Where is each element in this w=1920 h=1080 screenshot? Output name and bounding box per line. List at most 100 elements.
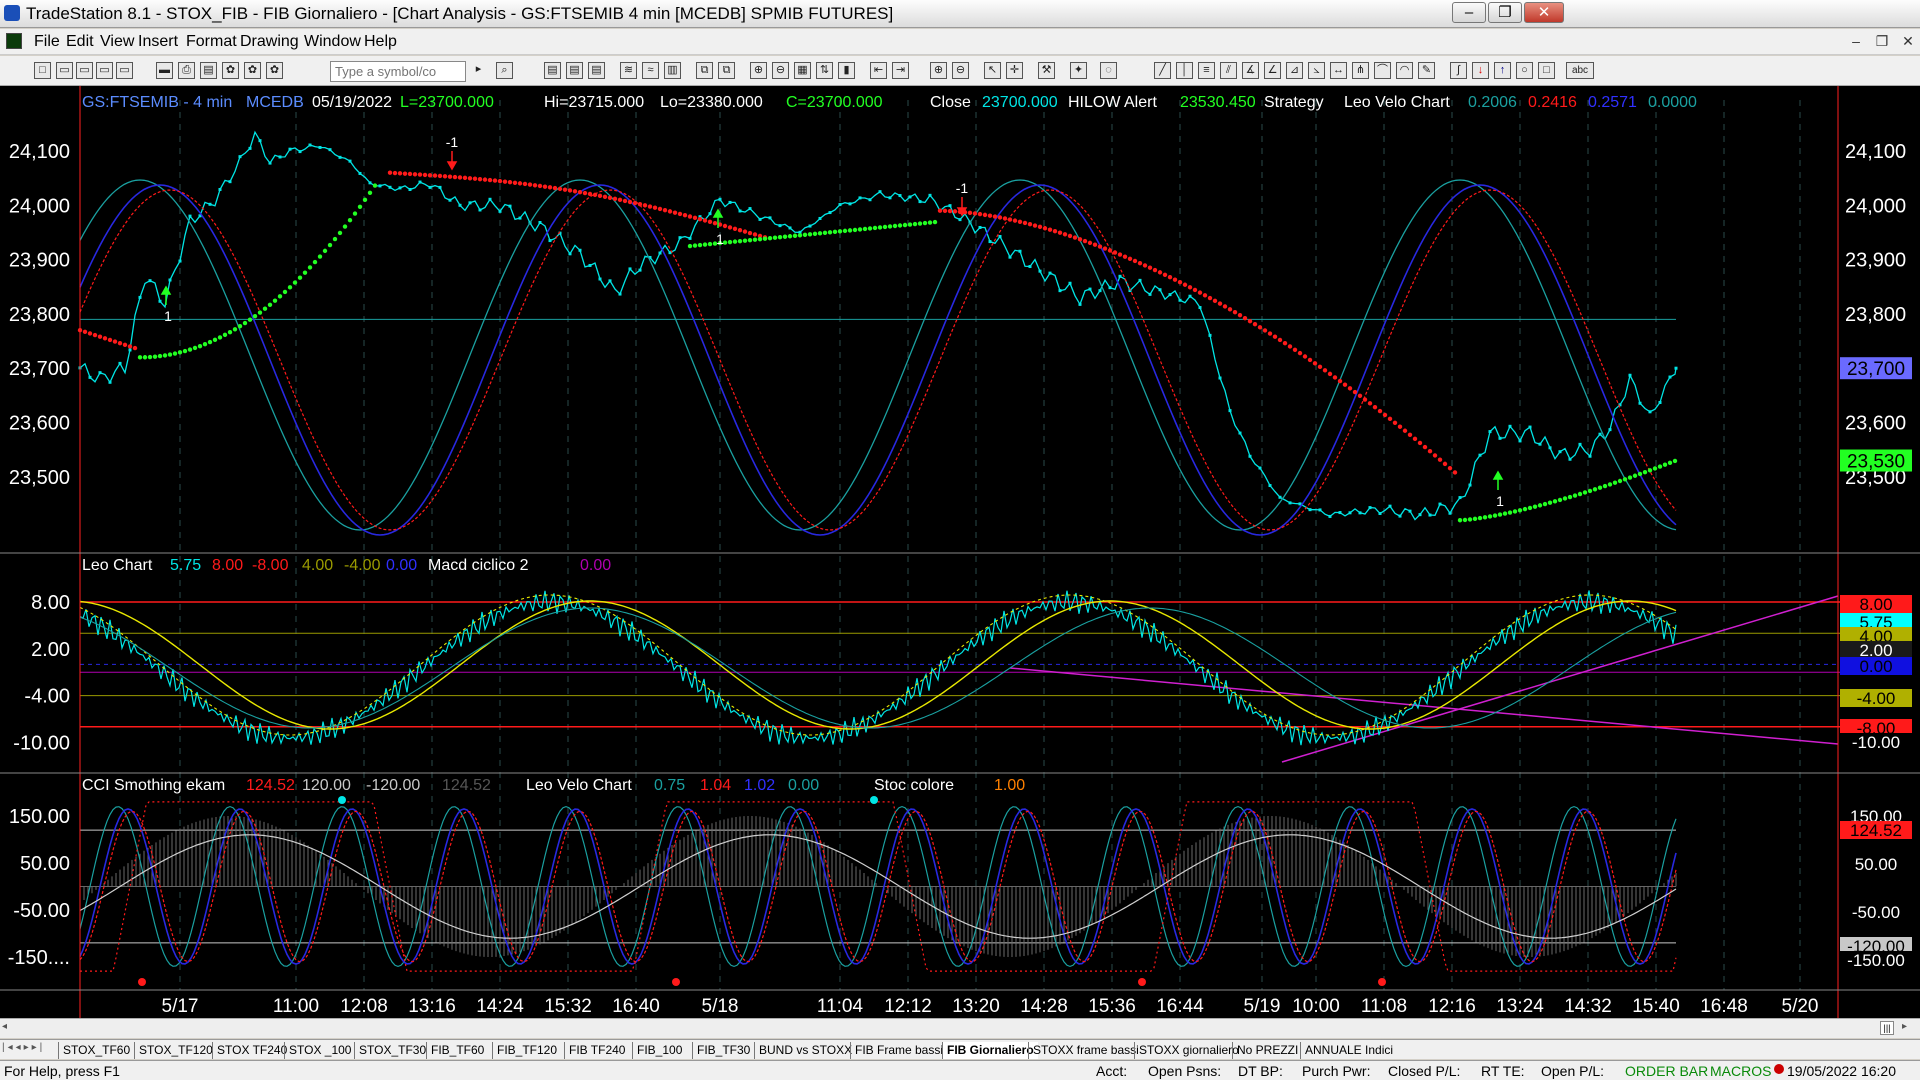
symbol-lookup-icon[interactable]: ⌕: [496, 62, 513, 79]
open-page-icon[interactable]: ▭: [96, 62, 113, 79]
format-chart-icon[interactable]: ▤: [544, 62, 561, 79]
preview-icon[interactable]: ▤: [200, 62, 217, 79]
scroll-left-arrow-icon[interactable]: ◂: [2, 1021, 16, 1035]
andrews-icon[interactable]: ∠: [1264, 62, 1281, 79]
macros-button[interactable]: MACROS: [1710, 1063, 1771, 1079]
magnify-icon[interactable]: ⊕: [930, 62, 947, 79]
menu-edit[interactable]: Edit: [66, 33, 94, 51]
menu-window[interactable]: Window: [304, 33, 361, 51]
zoom-in-icon[interactable]: ⊕: [750, 62, 767, 79]
workspace-tab[interactable]: STOX_TF120: [134, 1042, 217, 1059]
fib-retrace-icon[interactable]: ∡: [1242, 62, 1259, 79]
workspace-tab[interactable]: STOX TF240: [212, 1042, 291, 1059]
symbol-dropdown-icon[interactable]: ▸: [470, 62, 487, 79]
hilow-stop-green: [1512, 509, 1518, 514]
alerts-icon[interactable]: ✦: [1070, 62, 1087, 79]
open-icon[interactable]: ▭: [56, 62, 73, 79]
regression-icon[interactable]: ⋔: [1352, 62, 1369, 79]
zoom-out-icon[interactable]: ⊖: [772, 62, 789, 79]
save-icon[interactable]: ▬: [156, 62, 173, 79]
price-bar: [1198, 306, 1202, 310]
menu-format[interactable]: Format: [186, 33, 237, 51]
hilow-stop-red: [1262, 328, 1268, 333]
menu-insert[interactable]: Insert: [138, 33, 178, 51]
candle-chart-icon[interactable]: ▥: [664, 62, 681, 79]
gann-fan-icon[interactable]: ⦣: [1308, 62, 1325, 79]
demagnify-icon[interactable]: ⊖: [952, 62, 969, 79]
scroll-thumb[interactable]: |||: [1880, 1021, 1894, 1035]
menu-drawing[interactable]: Drawing: [240, 33, 299, 51]
arrow-lr-icon[interactable]: ↔: [1330, 62, 1347, 79]
new-icon[interactable]: □: [34, 62, 51, 79]
ellipse-fan-icon[interactable]: ◠: [1396, 62, 1413, 79]
chart-analysis-window[interactable]: 1 -1 1 -1 1 5/17 11:00 12:08 13:16 14:24 15:32 16:…: [0, 86, 1920, 1018]
channel-icon[interactable]: ⫽: [1220, 62, 1237, 79]
hammer-icon[interactable]: ⚒: [1038, 62, 1055, 79]
scanner-icon[interactable]: ✿: [266, 62, 283, 79]
menu-file[interactable]: File: [34, 33, 60, 51]
workspace-tab[interactable]: FIB_TF30: [692, 1042, 754, 1059]
price-bar: [1488, 430, 1492, 434]
speedline-icon[interactable]: ⊿: [1286, 62, 1303, 79]
workspace-tab[interactable]: STOX_TF60: [58, 1042, 134, 1059]
arc-icon[interactable]: ⌒: [1374, 62, 1391, 79]
workspace-tab[interactable]: No PREZZI: [1232, 1042, 1302, 1059]
text-tool-icon[interactable]: abc: [1566, 62, 1594, 79]
hilow-stop-green: [887, 224, 893, 229]
line-chart-icon[interactable]: ≈: [642, 62, 659, 79]
workspace-tab[interactable]: STOX_TF30: [354, 1042, 430, 1059]
data-window-icon[interactable]: ▦: [794, 62, 811, 79]
scroll-right-arrow-icon[interactable]: ▸: [1902, 1021, 1916, 1035]
menu-help[interactable]: Help: [364, 33, 397, 51]
workspace-tab[interactable]: FIB Frame bassi: [850, 1042, 947, 1059]
order-bar-button[interactable]: ORDER BAR: [1625, 1063, 1708, 1079]
maximize-button[interactable]: ❐: [1488, 2, 1522, 23]
horizontal-scrollbar[interactable]: ◂ ||| ▸: [0, 1018, 1920, 1038]
workspace-tab[interactable]: ANNUALE Indici: [1300, 1042, 1397, 1059]
pencil-icon[interactable]: ✎: [1418, 62, 1435, 79]
mdi-close-button[interactable]: ✕: [1896, 32, 1920, 51]
workspace-tab[interactable]: STOXX frame bassi: [1028, 1042, 1143, 1059]
window-split-icon[interactable]: ⧉: [696, 62, 713, 79]
menu-view[interactable]: View: [100, 33, 134, 51]
circle-icon[interactable]: ○: [1516, 62, 1533, 79]
curve-icon[interactable]: ∫: [1450, 62, 1467, 79]
tab-nav-arrows-icon[interactable]: |◂◂▸▸|: [2, 1042, 45, 1053]
trade-icon[interactable]: ⇅: [816, 62, 833, 79]
scroll-right-icon[interactable]: ⇥: [892, 62, 909, 79]
tools-icon[interactable]: ✿: [222, 62, 239, 79]
workspace-tab[interactable]: FIB TF240: [564, 1042, 629, 1059]
minimize-button[interactable]: –: [1452, 2, 1486, 23]
workspace-tab[interactable]: STOXX giornaliero: [1134, 1042, 1243, 1059]
price-bar: [1138, 278, 1142, 282]
workspace-tab[interactable]: FIB_TF60: [426, 1042, 488, 1059]
arrow-down-icon[interactable]: ↓: [1472, 62, 1489, 79]
chart-window-icon[interactable]: [6, 33, 22, 49]
pointer-icon[interactable]: ↖: [984, 62, 1001, 79]
horizontal-lines-icon[interactable]: ≡: [1198, 62, 1215, 79]
vertical-line-icon[interactable]: │: [1176, 62, 1193, 79]
scroll-left-icon[interactable]: ⇤: [870, 62, 887, 79]
arrow-up-icon[interactable]: ↑: [1494, 62, 1511, 79]
bar-chart-icon[interactable]: ≋: [620, 62, 637, 79]
workspace-tab[interactable]: BUND vs STOXX: [754, 1042, 856, 1059]
workspace-tab[interactable]: FIB Giornaliero: [942, 1042, 1038, 1059]
chart-icon[interactable]: ✿: [244, 62, 261, 79]
symbol-input[interactable]: [330, 61, 466, 82]
open-workspace-icon[interactable]: ▭: [76, 62, 93, 79]
mdi-minimize-button[interactable]: –: [1844, 32, 1868, 51]
format-symbol-icon[interactable]: ▤: [566, 62, 583, 79]
rectangle-icon[interactable]: □: [1538, 62, 1555, 79]
order-icon[interactable]: ▮: [838, 62, 855, 79]
workspace-tab[interactable]: FIB_TF120: [492, 1042, 561, 1059]
workspace-tab[interactable]: STOX _100: [284, 1042, 355, 1059]
insert-analysis-icon[interactable]: ▤: [588, 62, 605, 79]
print-icon[interactable]: ⎙: [178, 62, 195, 79]
trendline-icon[interactable]: ╱: [1154, 62, 1171, 79]
crosshair-icon[interactable]: ✛: [1006, 62, 1023, 79]
workspace-tab[interactable]: FIB_100: [632, 1042, 686, 1059]
mdi-restore-button[interactable]: ❐: [1870, 32, 1894, 51]
close-workspace-icon[interactable]: ▭: [116, 62, 133, 79]
window-tile-icon[interactable]: ⧉: [718, 62, 735, 79]
close-button[interactable]: ✕: [1524, 2, 1564, 23]
